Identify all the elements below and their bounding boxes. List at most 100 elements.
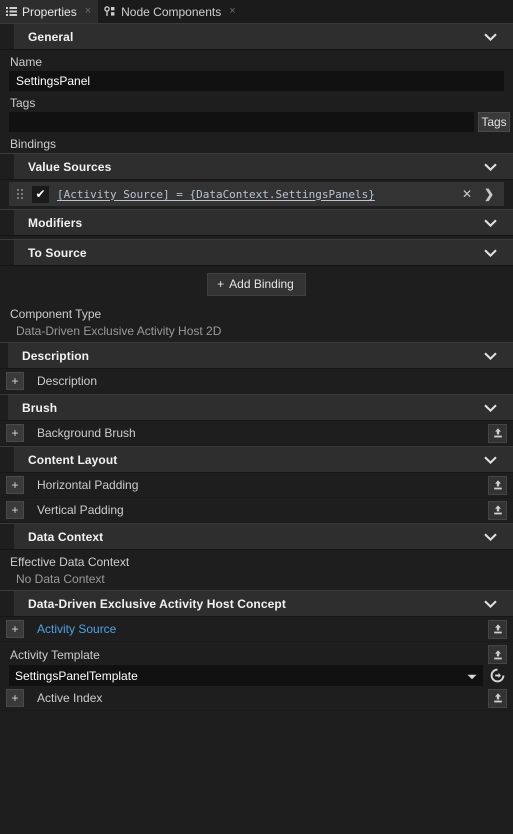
tags-label: Tags: [10, 96, 36, 110]
binding-list: ✔ [Activity Source] = {DataContext.Setti…: [0, 180, 513, 209]
chevron-down-icon[interactable]: [484, 33, 513, 41]
effective-data-context-label: Effective Data Context: [10, 555, 130, 569]
binding-expression[interactable]: [Activity Source] = {DataContext.Setting…: [57, 188, 456, 201]
activity-template-value: SettingsPanelTemplate: [15, 668, 138, 683]
tab-label: Properties: [22, 4, 77, 19]
section-title: To Source: [28, 245, 87, 260]
section-header-general[interactable]: General: [0, 23, 513, 50]
activity-template-select[interactable]: SettingsPanelTemplate: [9, 665, 483, 686]
upload-icon[interactable]: [488, 619, 507, 639]
close-icon[interactable]: ×: [229, 6, 235, 17]
section-gutter: [0, 395, 8, 420]
property-row-background-brush[interactable]: + Background Brush: [0, 421, 513, 446]
node-components-icon: [104, 6, 116, 17]
plus-icon: +: [217, 277, 225, 291]
property-label: Active Index: [37, 691, 103, 705]
section-header-value-sources[interactable]: Value Sources: [0, 153, 513, 180]
binding-enabled-checkbox[interactable]: ✔: [32, 185, 49, 203]
upload-icon[interactable]: [488, 475, 507, 495]
component-type-value: Data-Driven Exclusive Activity Host 2D: [16, 324, 222, 338]
section-title: Modifiers: [28, 215, 83, 230]
tab-properties[interactable]: Properties ×: [0, 0, 99, 23]
property-row-vertical-padding[interactable]: + Vertical Padding: [0, 498, 513, 523]
add-binding-row: + Add Binding: [0, 266, 513, 302]
section-gutter: [0, 24, 14, 49]
name-input[interactable]: SettingsPanel: [9, 71, 504, 91]
bindings-label: Bindings: [10, 137, 57, 151]
chevron-down-icon[interactable]: [467, 669, 477, 683]
binding-row[interactable]: ✔ [Activity Source] = {DataContext.Setti…: [9, 182, 504, 206]
chevron-down-icon[interactable]: [484, 352, 513, 360]
add-property-icon[interactable]: +: [6, 620, 24, 638]
properties-panel: General Name SettingsPanel Tags Tags Bin…: [0, 23, 513, 834]
chevron-down-icon[interactable]: [484, 404, 513, 412]
section-gutter: [0, 154, 14, 179]
section-header-to-source[interactable]: To Source: [0, 239, 513, 266]
tags-input[interactable]: [9, 112, 474, 132]
chevron-down-icon[interactable]: [484, 533, 513, 541]
section-title: Data-Driven Exclusive Activity Host Conc…: [28, 596, 286, 611]
upload-icon[interactable]: [488, 500, 507, 520]
upload-icon[interactable]: [488, 688, 507, 708]
property-label: Vertical Padding: [37, 503, 124, 517]
section-title: General: [28, 29, 74, 44]
section-header-activity-host-concept[interactable]: Data-Driven Exclusive Activity Host Conc…: [0, 590, 513, 617]
name-field-row: SettingsPanel: [0, 71, 513, 91]
property-label: Background Brush: [37, 426, 136, 440]
chevron-down-icon[interactable]: [484, 600, 513, 608]
section-gutter: [0, 447, 14, 472]
binding-details-icon[interactable]: ❯: [478, 187, 504, 201]
section-gutter: [0, 210, 14, 235]
section-header-brush[interactable]: Brush: [0, 394, 513, 421]
section-title: Content Layout: [28, 452, 118, 467]
goto-icon[interactable]: [488, 666, 507, 685]
section-header-description[interactable]: Description: [0, 342, 513, 369]
property-label[interactable]: Activity Source: [24, 622, 488, 636]
property-row-description[interactable]: + Description: [0, 369, 513, 394]
section-title: Brush: [22, 400, 58, 415]
add-binding-label: Add Binding: [229, 277, 294, 291]
activity-template-row: SettingsPanelTemplate: [0, 665, 513, 686]
tags-button[interactable]: Tags: [478, 112, 510, 132]
remove-binding-icon[interactable]: ✕: [456, 187, 478, 201]
section-gutter: [0, 524, 14, 549]
tags-field-row: Tags: [0, 112, 513, 132]
section-title: Value Sources: [28, 159, 112, 174]
section-header-content-layout[interactable]: Content Layout: [0, 446, 513, 473]
section-title: Description: [22, 348, 90, 363]
activity-template-label-row: Activity Template: [0, 642, 513, 665]
list-icon: [6, 6, 17, 17]
add-property-icon[interactable]: +: [6, 424, 24, 442]
drag-handle-icon[interactable]: [13, 188, 27, 200]
add-property-icon[interactable]: +: [6, 689, 24, 707]
add-property-icon[interactable]: +: [6, 501, 24, 519]
tab-node-components[interactable]: Node Components ×: [98, 0, 243, 23]
property-label: Description: [37, 374, 98, 388]
add-binding-button[interactable]: + Add Binding: [207, 273, 306, 296]
property-label: Horizontal Padding: [37, 478, 139, 492]
activity-template-label: Activity Template: [10, 647, 100, 662]
name-label: Name: [10, 55, 43, 69]
tab-bar: Properties × Node Components ×: [0, 0, 513, 24]
section-title: Data Context: [28, 529, 104, 544]
upload-icon[interactable]: [488, 423, 507, 443]
add-property-icon[interactable]: +: [6, 372, 24, 390]
component-type-label: Component Type: [10, 307, 102, 321]
effective-data-context-value: No Data Context: [16, 572, 105, 586]
section-gutter: [0, 591, 14, 616]
section-gutter: [0, 343, 8, 368]
section-header-modifiers[interactable]: Modifiers: [0, 209, 513, 236]
tab-label: Node Components: [121, 4, 222, 19]
property-row-active-index[interactable]: + Active Index: [0, 686, 513, 711]
property-row-activity-source[interactable]: + Activity Source: [0, 617, 513, 642]
property-row-horizontal-padding[interactable]: + Horizontal Padding: [0, 473, 513, 498]
section-gutter: [0, 240, 14, 265]
upload-icon[interactable]: [488, 645, 507, 664]
chevron-down-icon[interactable]: [484, 219, 513, 227]
add-property-icon[interactable]: +: [6, 476, 24, 494]
chevron-down-icon[interactable]: [484, 456, 513, 464]
chevron-down-icon[interactable]: [484, 249, 513, 257]
close-icon[interactable]: ×: [85, 6, 91, 17]
section-header-data-context[interactable]: Data Context: [0, 523, 513, 550]
chevron-down-icon[interactable]: [484, 163, 513, 171]
